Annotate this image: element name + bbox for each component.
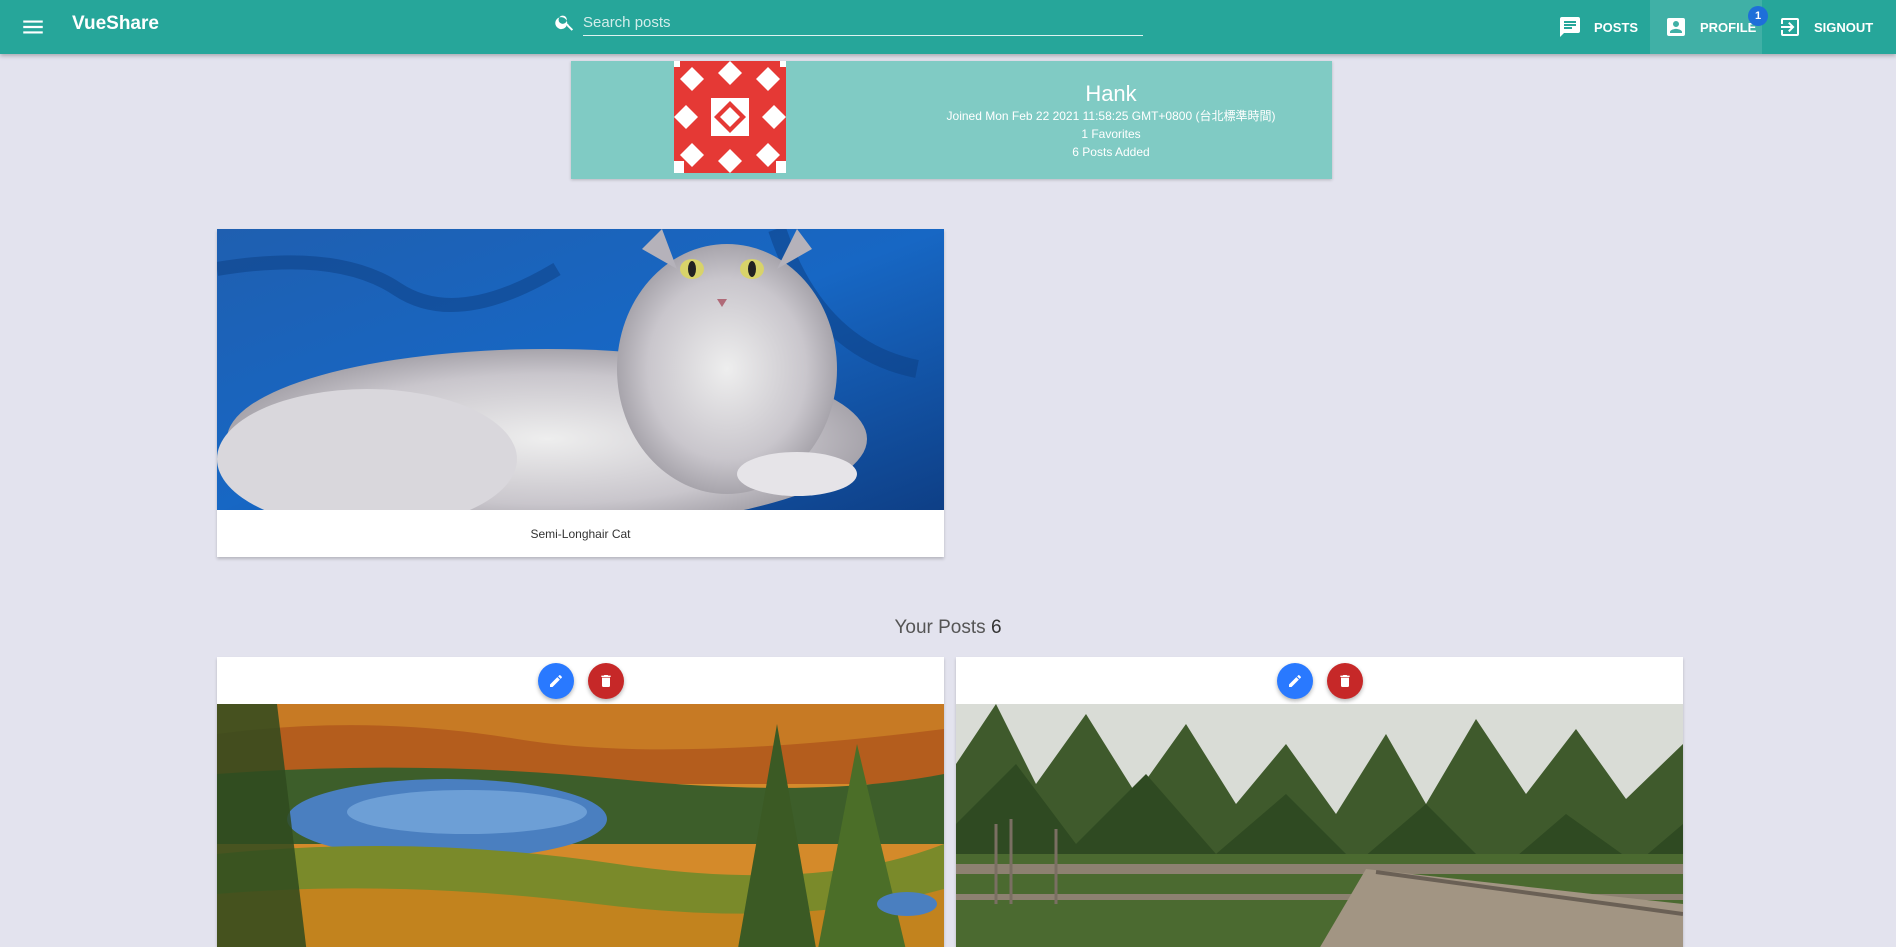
- menu-icon[interactable]: [20, 14, 46, 40]
- profile-joined: Joined Mon Feb 22 2021 11:58:25 GMT+0800…: [946, 109, 1276, 123]
- nav-posts-button[interactable]: POSTS: [1558, 0, 1638, 54]
- app-title[interactable]: VueShare: [72, 13, 159, 35]
- post-actions: [217, 663, 944, 699]
- search-icon: [554, 11, 576, 33]
- pencil-icon: [1288, 675, 1301, 687]
- edit-post-button[interactable]: [537, 663, 574, 699]
- post-image: [217, 704, 944, 947]
- favorite-card[interactable]: Semi-Longhair Cat: [217, 229, 944, 557]
- account-box-icon: [1667, 18, 1685, 36]
- your-posts-heading: Your Posts 6: [0, 617, 1896, 639]
- trash-icon: [600, 675, 611, 687]
- avatar: [674, 61, 786, 173]
- delete-post-button[interactable]: [1326, 663, 1363, 699]
- profile-posts-added: 6 Posts Added: [1072, 145, 1150, 159]
- nav-profile-button[interactable]: PROFILE: [1650, 0, 1762, 54]
- exit-icon: [1781, 18, 1799, 36]
- post-image: [956, 704, 1683, 947]
- your-posts-count: 6: [990, 617, 1002, 638]
- post-card[interactable]: [217, 657, 944, 947]
- post-actions: [956, 663, 1683, 699]
- chat-icon: [1560, 17, 1580, 37]
- search-input[interactable]: [583, 9, 1143, 36]
- post-card[interactable]: [956, 657, 1683, 947]
- profile-info: Hank Joined Mon Feb 22 2021 11:58:25 GMT…: [821, 81, 1401, 161]
- nav-signout-button[interactable]: SIGNOUT: [1778, 0, 1873, 54]
- profile-card: Hank Joined Mon Feb 22 2021 11:58:25 GMT…: [571, 61, 1332, 179]
- favorite-image: [217, 229, 944, 510]
- delete-post-button[interactable]: [587, 663, 624, 699]
- profile-favorites: 1 Favorites: [1081, 127, 1141, 141]
- trash-icon: [1339, 675, 1350, 687]
- nav-signout-label: SIGNOUT: [1814, 19, 1874, 35]
- favorite-caption: Semi-Longhair Cat: [530, 526, 631, 541]
- app-toolbar: VueShare POSTS PROFILE 1 SIGNOUT: [0, 0, 1896, 54]
- profile-badge: 1: [1748, 6, 1768, 26]
- edit-post-button[interactable]: [1276, 663, 1313, 699]
- nav-profile-label: PROFILE: [1700, 19, 1757, 35]
- profile-name: Hank: [1085, 81, 1137, 106]
- your-posts-title: Your Posts: [894, 617, 986, 638]
- nav-posts-label: POSTS: [1594, 19, 1639, 35]
- pencil-icon: [549, 675, 562, 687]
